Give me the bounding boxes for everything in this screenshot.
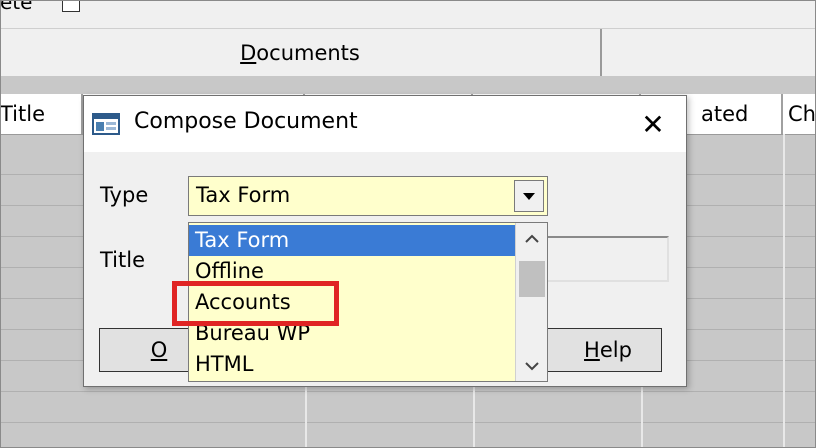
chevron-up-icon (524, 234, 539, 243)
tab-documents-label: ocuments (256, 41, 360, 65)
help-button-mnemonic: H (584, 338, 600, 362)
col-header-title-label: Title (0, 102, 46, 126)
title-input[interactable] (539, 236, 669, 282)
type-label: Type (100, 183, 149, 207)
chevron-down-icon (524, 361, 539, 370)
app-window-icon (92, 113, 120, 135)
type-combobox[interactable]: Tax Form (188, 176, 548, 216)
col-header-created-label: ated (701, 102, 749, 126)
ok-button-mnemonic: O (150, 338, 168, 362)
col-header-ch[interactable]: Ch (783, 94, 816, 134)
title-label: Title (100, 248, 146, 272)
dropdown-option-offline[interactable]: Offline (189, 256, 515, 287)
scroll-down-button[interactable] (516, 351, 547, 381)
dropdown-option-bureau-wp[interactable]: Bureau WP (189, 318, 515, 349)
grid-row-line (0, 391, 816, 392)
dialog-titlebar[interactable]: Compose Document ✕ (84, 96, 686, 152)
type-combobox-dropdown-button[interactable] (514, 180, 544, 212)
type-dropdown-list[interactable]: Tax Form Offline Accounts Bureau WP HTML (188, 222, 548, 382)
dialog-title: Compose Document (134, 109, 358, 134)
chevron-down-icon (523, 193, 535, 200)
col-header-ch-label: Ch (788, 102, 816, 126)
tab-row: Documents (0, 28, 816, 78)
scroll-up-button[interactable] (516, 223, 547, 253)
tab-documents[interactable]: Documents (0, 29, 602, 77)
help-button-label: elp (599, 338, 632, 362)
top-checkbox[interactable] (62, 0, 80, 12)
grid-row-line (0, 422, 816, 423)
type-combobox-value: Tax Form (196, 183, 291, 207)
dropdown-scrollbar[interactable] (515, 223, 547, 381)
dropdown-option-accounts[interactable]: Accounts (189, 287, 515, 318)
tab-second[interactable] (604, 29, 816, 77)
grid-col-line (783, 134, 785, 448)
close-icon: ✕ (641, 107, 665, 141)
dropdown-option-tax-form[interactable]: Tax Form (189, 225, 515, 256)
dropdown-option-html[interactable]: HTML (189, 349, 515, 380)
scroll-thumb[interactable] (519, 261, 545, 297)
tab-documents-mnemonic: D (240, 41, 257, 65)
col-header-title[interactable]: Title (0, 94, 83, 134)
top-checkbox-label: ete (0, 0, 33, 14)
close-button[interactable]: ✕ (629, 104, 677, 144)
